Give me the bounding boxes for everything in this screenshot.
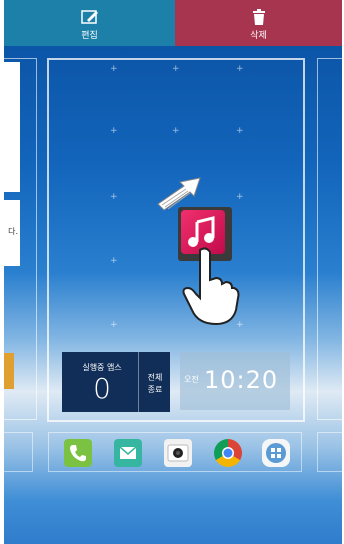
left-app-icon — [4, 353, 14, 389]
edit-icon — [80, 10, 98, 24]
clock-time: 10:20 — [204, 366, 279, 394]
pointing-hand-icon — [182, 247, 240, 326]
drag-arrow-icon — [157, 177, 201, 211]
grid-point: + — [172, 126, 180, 136]
delete-button[interactable]: 삭제 — [175, 0, 342, 46]
grid-point: + — [110, 256, 118, 266]
left-widget-text: 다. — [8, 227, 18, 236]
dock-page-left — [4, 432, 33, 472]
apps-icon[interactable] — [262, 439, 290, 467]
running-apps-widget[interactable]: 실행중 앱스 0 전체 종료 — [62, 352, 170, 412]
edit-button[interactable]: 편집 — [4, 0, 175, 46]
dock-page-right — [317, 432, 342, 472]
message-icon[interactable] — [114, 439, 142, 467]
grid-point: + — [110, 192, 118, 202]
end-all-button[interactable]: 전체 종료 — [138, 352, 171, 412]
running-apps-count: 0 — [93, 372, 111, 405]
grid-point: + — [172, 64, 180, 74]
delete-label: 삭제 — [250, 31, 267, 41]
edit-label: 편집 — [81, 31, 98, 41]
grid-point: + — [236, 64, 244, 74]
edit-topbar: 편집 삭제 — [4, 0, 342, 46]
chrome-icon[interactable] — [214, 439, 242, 467]
home-page-right[interactable] — [317, 58, 342, 420]
clock-widget[interactable]: 오전 10:20 — [180, 352, 290, 410]
clock-ampm: 오전 — [184, 375, 199, 384]
grid-point: + — [110, 64, 118, 74]
grid-point: + — [236, 192, 244, 202]
grid-point: + — [110, 126, 118, 136]
left-widget-2: 다. — [4, 200, 20, 266]
camera-icon[interactable] — [164, 439, 192, 467]
grid-point: + — [236, 126, 244, 136]
left-widget — [4, 62, 20, 192]
grid-point: + — [110, 320, 118, 330]
end-all-label: 전체 종료 — [147, 373, 163, 394]
home-screen-edit: 편집 삭제 다. + + + + + + + + + + + 실행중 앱스 0 … — [4, 0, 342, 544]
trash-icon — [252, 9, 265, 25]
phone-icon[interactable] — [64, 439, 92, 467]
